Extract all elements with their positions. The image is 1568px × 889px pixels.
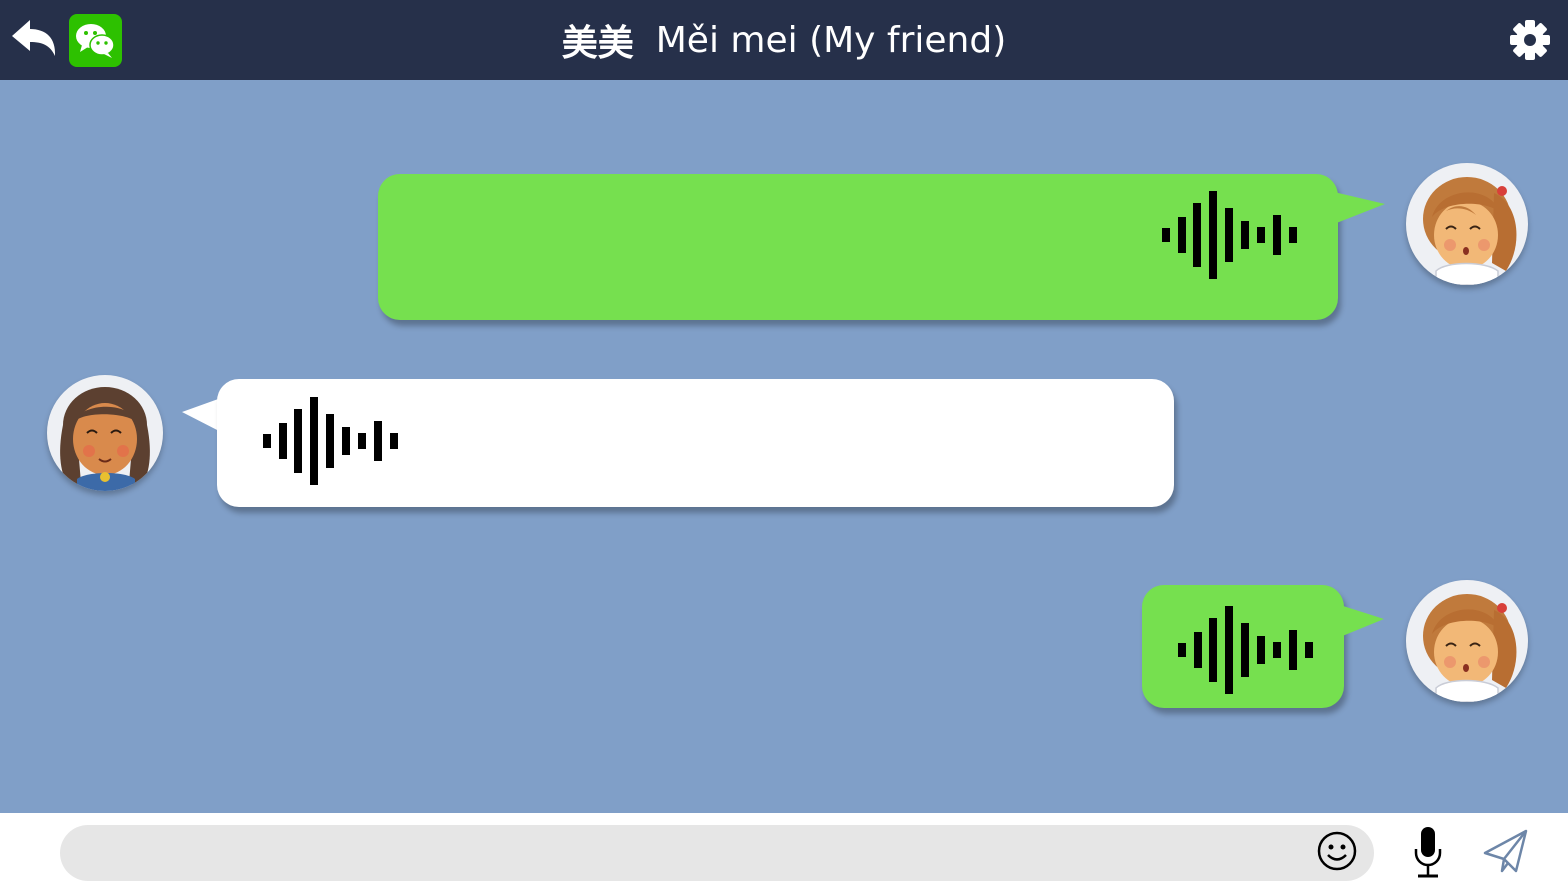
emoji-icon[interactable] — [1316, 830, 1358, 872]
voice-waveform-icon — [1178, 606, 1314, 694]
message-input[interactable] — [60, 825, 1374, 881]
voice-waveform-icon — [1162, 191, 1298, 279]
paper-plane-send-icon[interactable] — [1482, 827, 1530, 875]
gear-icon[interactable] — [1510, 19, 1550, 61]
microphone-icon[interactable] — [1411, 825, 1445, 881]
voice-message-bubble-sent[interactable] — [378, 174, 1338, 320]
avatar-friend[interactable] — [47, 375, 163, 491]
top-bar: 美美 Měi mei (My friend) — [0, 0, 1568, 80]
chat-area — [0, 80, 1568, 813]
avatar-me[interactable] — [1406, 580, 1528, 702]
voice-waveform-icon — [263, 397, 399, 485]
voice-message-bubble-received[interactable] — [217, 379, 1174, 507]
bubble-tail — [1334, 192, 1385, 224]
voice-message-bubble-sent[interactable] — [1142, 585, 1344, 708]
title-hanzi: 美美 — [561, 23, 634, 64]
chat-title: 美美 Měi mei (My friend) — [0, 0, 1568, 80]
bubble-tail — [182, 398, 221, 432]
avatar-me[interactable] — [1406, 163, 1528, 285]
message-input-bar — [0, 813, 1568, 889]
bubble-tail — [1340, 605, 1384, 637]
title-pinyin: Měi mei (My friend) — [655, 19, 1007, 61]
